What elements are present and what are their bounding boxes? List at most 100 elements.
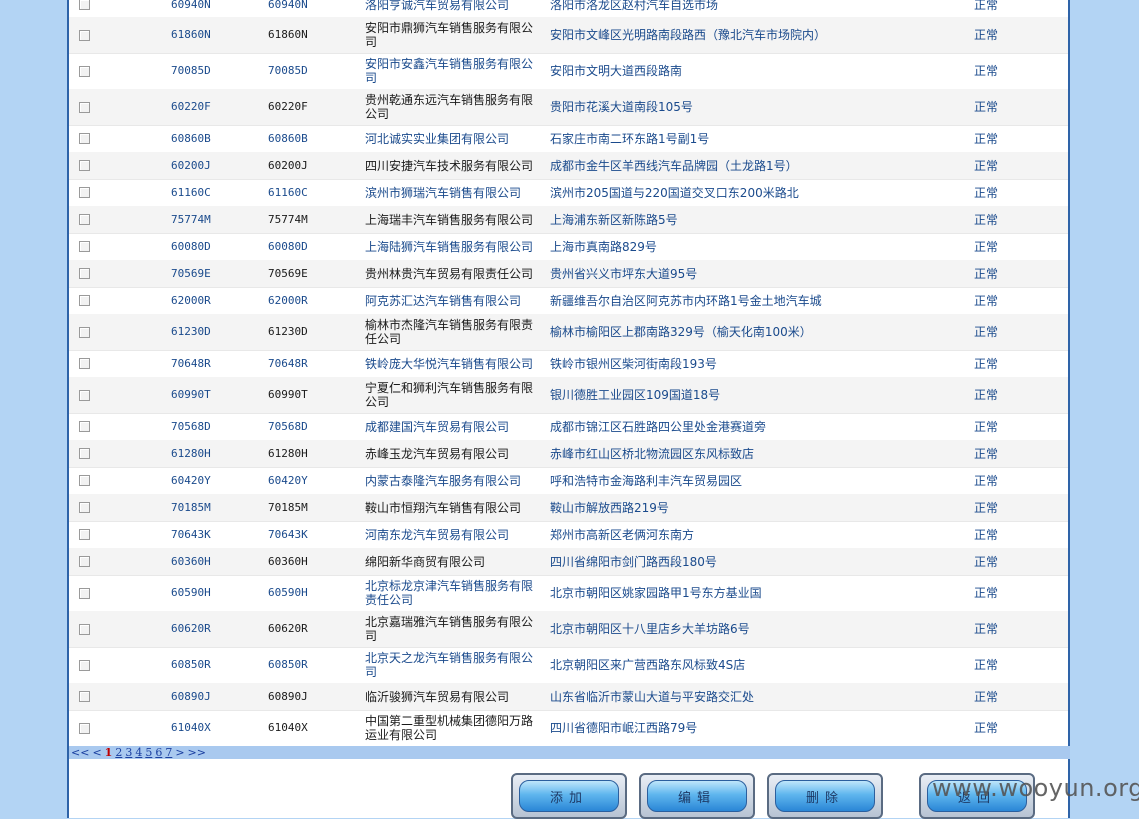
dealer-code-cell[interactable]: 60220F: [171, 89, 261, 125]
status-cell[interactable]: 正常: [974, 521, 1034, 548]
dealer-code-cell[interactable]: 60860B: [171, 125, 261, 152]
page-link-6[interactable]: 6: [155, 746, 162, 759]
dealer-code-cell[interactable]: 61280H: [171, 440, 261, 467]
status-cell[interactable]: 正常: [974, 494, 1034, 521]
status-cell[interactable]: 正常: [974, 710, 1034, 746]
dealer-code-cell[interactable]: 61160C: [171, 179, 261, 206]
row-checkbox[interactable]: [79, 722, 90, 734]
dealer-code-cell[interactable]: 70568D: [171, 413, 261, 440]
row-checkbox[interactable]: [79, 187, 90, 198]
edit-button[interactable]: 编辑: [639, 773, 755, 819]
row-checkbox[interactable]: [79, 587, 90, 599]
dealer-address-cell: 鞍山市解放西路219号: [550, 500, 669, 515]
row-checkbox[interactable]: [79, 556, 90, 567]
add-button-label: 添加: [519, 780, 619, 812]
dealer-code2-cell: 61280H: [268, 446, 308, 460]
dealer-code-cell[interactable]: 60890J: [171, 683, 261, 710]
prev-page-link[interactable]: <: [92, 746, 101, 759]
page-link-5[interactable]: 5: [145, 746, 152, 759]
status-cell[interactable]: 正常: [974, 287, 1034, 314]
status-cell[interactable]: 正常: [974, 350, 1034, 377]
dealer-code-cell[interactable]: 60420Y: [171, 467, 261, 494]
page-link-2[interactable]: 2: [115, 746, 122, 759]
row-checkbox[interactable]: [79, 623, 90, 635]
row-checkbox[interactable]: [79, 448, 90, 459]
dealer-code-cell[interactable]: 75774M: [171, 206, 261, 233]
row-checkbox[interactable]: [79, 29, 90, 41]
status-cell[interactable]: 正常: [974, 125, 1034, 152]
status-cell[interactable]: 正常: [974, 260, 1034, 287]
dealer-code-cell[interactable]: 60620R: [171, 611, 261, 647]
dealer-code-cell[interactable]: 70643K: [171, 521, 261, 548]
row-checkbox[interactable]: [79, 659, 90, 671]
status-cell[interactable]: 正常: [974, 647, 1034, 683]
dealer-name-cell: 中国第二重型机械集团德阳万路运业有限公司: [365, 714, 534, 742]
row-checkbox[interactable]: [79, 295, 90, 306]
last-page-link[interactable]: >>: [188, 746, 206, 759]
dealer-code-cell[interactable]: 61230D: [171, 314, 261, 350]
status-cell[interactable]: 正常: [974, 575, 1034, 611]
page-link-3[interactable]: 3: [125, 746, 132, 759]
dealer-code-cell[interactable]: 62000R: [171, 287, 261, 314]
dealer-code-cell[interactable]: 61040X: [171, 710, 261, 746]
row-checkbox[interactable]: [79, 268, 90, 279]
status-cell[interactable]: 正常: [974, 0, 1034, 17]
status-cell[interactable]: 正常: [974, 440, 1034, 467]
row-checkbox[interactable]: [79, 358, 90, 369]
row-select-cell: [79, 377, 99, 413]
dealer-code-cell[interactable]: 60850R: [171, 647, 261, 683]
status-cell[interactable]: 正常: [974, 413, 1034, 440]
status-cell[interactable]: 正常: [974, 53, 1034, 89]
row-checkbox[interactable]: [79, 0, 90, 10]
status-cell[interactable]: 正常: [974, 179, 1034, 206]
page-link-7[interactable]: 7: [165, 746, 172, 759]
dealer-code-cell[interactable]: 60360H: [171, 548, 261, 575]
dealer-code-cell[interactable]: 70569E: [171, 260, 261, 287]
row-checkbox[interactable]: [79, 326, 90, 338]
dealer-code-cell[interactable]: 60990T: [171, 377, 261, 413]
status-cell[interactable]: 正常: [974, 233, 1034, 260]
first-page-link[interactable]: <<: [71, 746, 89, 759]
row-checkbox[interactable]: [79, 691, 90, 702]
delete-button[interactable]: 删除: [767, 773, 883, 819]
dealer-name-cell: 绵阳新华商贸有限公司: [365, 554, 486, 569]
dealer-code-cell[interactable]: 70648R: [171, 350, 261, 377]
status-cell[interactable]: 正常: [974, 377, 1034, 413]
status-cell[interactable]: 正常: [974, 89, 1034, 125]
row-checkbox[interactable]: [79, 214, 90, 225]
page-link-4[interactable]: 4: [135, 746, 142, 759]
dealer-code-cell[interactable]: 60080D: [171, 233, 261, 260]
dealer-code-cell[interactable]: 60200J: [171, 152, 261, 179]
dealer-address-cell: 上海市真南路829号: [550, 239, 657, 254]
status-cell[interactable]: 正常: [974, 152, 1034, 179]
dealer-name-cell: 安阳市安鑫汽车销售服务有限公司: [365, 57, 534, 85]
watermark-text: www.wooyun.org: [932, 774, 1139, 802]
dealer-code-cell[interactable]: 60940N: [171, 0, 261, 17]
row-checkbox[interactable]: [79, 160, 90, 171]
row-checkbox[interactable]: [79, 475, 90, 486]
next-page-link[interactable]: >: [175, 746, 184, 759]
dealer-code-cell[interactable]: 60590H: [171, 575, 261, 611]
add-button[interactable]: 添加: [511, 773, 627, 819]
row-checkbox[interactable]: [79, 133, 90, 144]
row-checkbox[interactable]: [79, 65, 90, 77]
status-cell[interactable]: 正常: [974, 206, 1034, 233]
status-cell[interactable]: 正常: [974, 17, 1034, 53]
pagination-bar: << < 1 2 3 4 5 6 7 > >>: [69, 746, 1070, 759]
status-cell[interactable]: 正常: [974, 611, 1034, 647]
status-cell[interactable]: 正常: [974, 683, 1034, 710]
row-checkbox[interactable]: [79, 421, 90, 432]
row-checkbox[interactable]: [79, 529, 90, 540]
row-checkbox[interactable]: [79, 101, 90, 113]
row-checkbox[interactable]: [79, 502, 90, 513]
row-checkbox[interactable]: [79, 389, 90, 401]
dealer-code-cell[interactable]: 70085D: [171, 53, 261, 89]
row-checkbox[interactable]: [79, 241, 90, 252]
dealer-name-cell: 四川安捷汽车技术服务有限公司: [365, 158, 534, 173]
dealer-code-cell[interactable]: 61860N: [171, 17, 261, 53]
status-cell[interactable]: 正常: [974, 548, 1034, 575]
status-cell[interactable]: 正常: [974, 467, 1034, 494]
status-cell[interactable]: 正常: [974, 314, 1034, 350]
dealer-code-cell[interactable]: 70185M: [171, 494, 261, 521]
page-link-1[interactable]: 1: [105, 746, 113, 759]
